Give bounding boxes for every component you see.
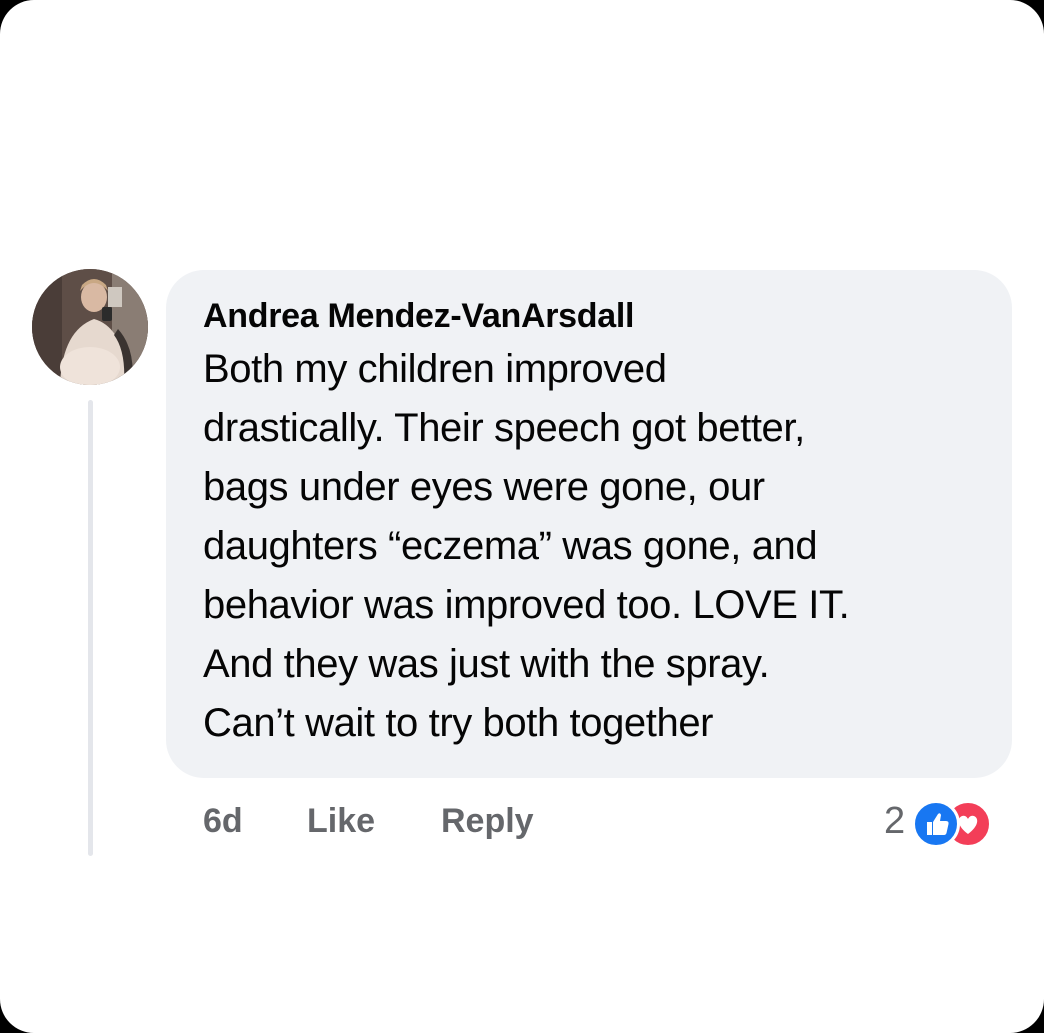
comment-text-line: behavior was improved too. LOVE IT.	[203, 583, 850, 627]
comment-timestamp[interactable]: 6d	[203, 796, 243, 846]
comment-card: Andrea Mendez-VanArsdall Both my childre…	[0, 0, 1044, 1033]
thread-line	[88, 400, 93, 856]
like-button[interactable]: Like	[307, 796, 375, 846]
reply-button[interactable]: Reply	[441, 796, 534, 846]
reaction-summary[interactable]: 2	[884, 796, 1024, 848]
comment-bubble: Andrea Mendez-VanArsdall Both my childre…	[166, 270, 1012, 778]
reaction-count: 2	[884, 800, 906, 842]
comment-text-line: daughters “eczema” was gone, and	[203, 524, 818, 568]
like-icon	[912, 800, 960, 848]
profile-photo-icon	[32, 269, 148, 385]
comment-text-line: Can’t wait to try both together	[203, 701, 714, 745]
comment-text-line: Both my children improved	[203, 347, 667, 391]
comment-text-line: drastically. Their speech got better,	[203, 406, 805, 450]
comment-author[interactable]: Andrea Mendez-VanArsdall	[203, 292, 982, 340]
avatar[interactable]	[32, 269, 148, 385]
comment-text-line: bags under eyes were gone, our	[203, 465, 765, 509]
comment-text-line: And they was just with the spray.	[203, 642, 770, 686]
